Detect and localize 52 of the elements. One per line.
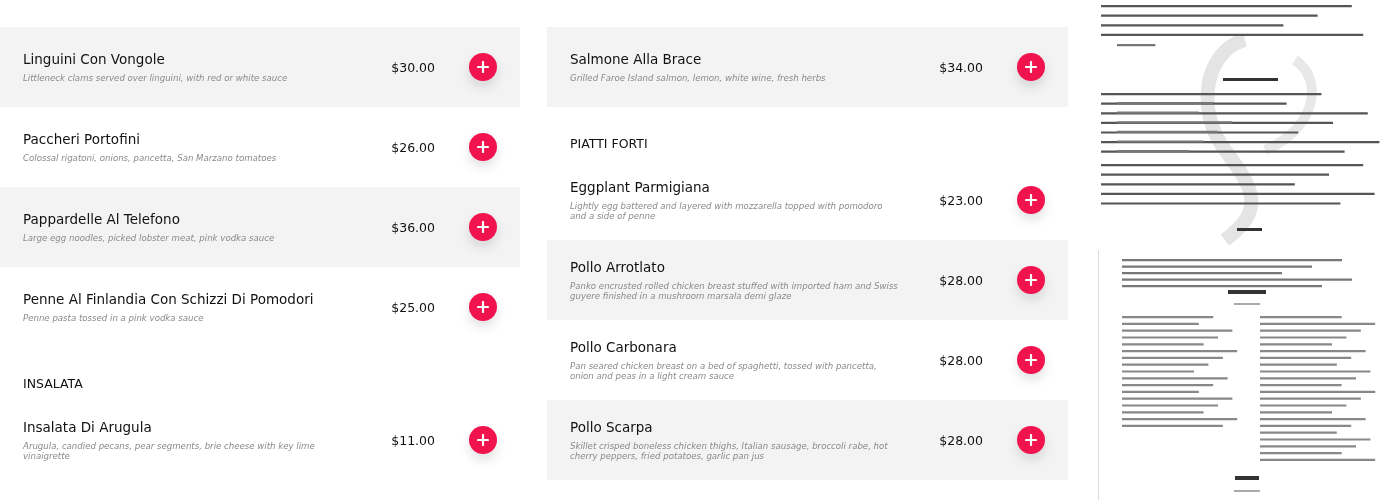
item-price: $11.00: [391, 432, 435, 448]
add-button[interactable]: [1017, 426, 1045, 454]
plus-icon: [477, 434, 489, 446]
add-button[interactable]: [469, 53, 497, 81]
item-price: $28.00: [939, 432, 983, 448]
item-name: Pollo Scarpa: [570, 419, 654, 435]
item-name: Paccheri Portofini: [23, 131, 141, 147]
item-description: Skillet crisped boneless chicken thighs, Italian sausage, broccoli rabe, hot cherry peppers, fried potatoes, garlic pan jus: [570, 441, 889, 461]
add-button[interactable]: [469, 426, 497, 454]
item-description: Littleneck clams served over linguini, with red or white sauce: [23, 73, 289, 83]
plus-icon: [1025, 194, 1037, 206]
item-name: Pappardelle Al Telefono: [23, 211, 181, 227]
item-description: Lightly egg battered and layered with mozzarella topped with pomodoro and a side of penne: [570, 201, 884, 221]
add-button[interactable]: [469, 213, 497, 241]
add-button[interactable]: [469, 293, 497, 321]
item-price: $36.00: [391, 219, 435, 235]
item-description: Panko encrusted rolled chicken breast stuffed with imported ham and Swiss guyere finished in a mushroom marsala demi glaze: [570, 281, 899, 301]
plus-icon: [1025, 274, 1037, 286]
plus-icon: [477, 221, 489, 233]
item-price: $25.00: [391, 299, 435, 315]
item-price: $26.00: [391, 139, 435, 155]
item-name: Insalata Di Arugula: [23, 419, 153, 435]
plus-icon: [477, 61, 489, 73]
item-price: $28.00: [939, 272, 983, 288]
add-button[interactable]: [469, 133, 497, 161]
item-name: Salmone Alla Brace: [570, 51, 703, 67]
add-button[interactable]: [1017, 346, 1045, 374]
plus-icon: [477, 141, 489, 153]
item-name: Eggplant Parmigiana: [570, 179, 711, 195]
item-description: Colossal rigatoni, onions, pancetta, San Marzano tomatoes: [23, 153, 278, 163]
add-button[interactable]: [1017, 186, 1045, 214]
item-description: Grilled Faroe Island salmon, lemon, white wine, fresh herbs: [570, 73, 827, 83]
item-name: Pollo Arrotlato: [570, 259, 666, 275]
plus-icon: [1025, 354, 1037, 366]
item-price: $30.00: [391, 59, 435, 75]
item-name: Penne Al Finlandia Con Schizzi Di Pomodori: [23, 291, 315, 307]
item-name: Linguini Con Vongole: [23, 51, 166, 67]
item-price: $28.00: [939, 352, 983, 368]
plus-icon: [477, 301, 489, 313]
plus-icon: [1025, 61, 1037, 73]
item-description: Arugula, candied pecans, pear segments, brie cheese with key lime vinaigrette: [23, 441, 316, 461]
item-name: Pollo Carbonara: [570, 339, 678, 355]
section-heading: INSALATA: [23, 376, 83, 391]
section-heading: PIATTI FORTI: [570, 136, 648, 151]
item-price: $34.00: [939, 59, 983, 75]
item-description: Penne pasta tossed in a pink vodka sauce: [23, 313, 205, 323]
plus-icon: [1025, 434, 1037, 446]
item-description: Pan seared chicken breast on a bed of spaghetti, tossed with pancetta, onion and peas in a light cream sauce: [570, 361, 878, 381]
item-price: $23.00: [939, 192, 983, 208]
add-button[interactable]: [1017, 53, 1045, 81]
item-description: Large egg noodles, picked lobster meat, pink vodka sauce: [23, 233, 276, 243]
add-button[interactable]: [1017, 266, 1045, 294]
